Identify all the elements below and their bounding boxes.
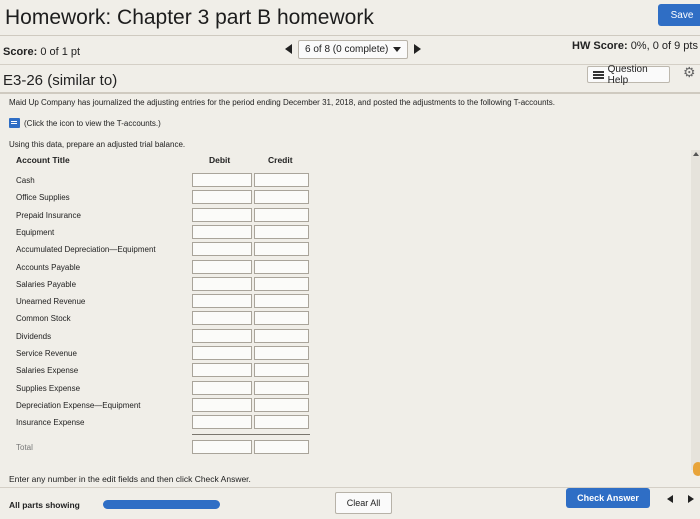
debit-input[interactable] — [192, 346, 252, 360]
credit-input[interactable] — [254, 294, 309, 308]
debit-input[interactable] — [192, 381, 252, 395]
credit-input[interactable] — [254, 311, 309, 325]
credit-input[interactable] — [254, 415, 309, 429]
debit-input[interactable] — [192, 190, 252, 204]
account-row-label: Salaries Expense — [16, 366, 79, 375]
check-answer-button[interactable]: Check Answer — [566, 488, 650, 508]
debit-input[interactable] — [192, 173, 252, 187]
credit-input[interactable] — [254, 398, 309, 412]
account-row-label: Cash — [16, 176, 35, 185]
account-row-label: Common Stock — [16, 314, 71, 323]
clear-all-button[interactable]: Clear All — [335, 492, 392, 514]
total-row-label: Total — [16, 443, 33, 452]
question-select-value: 6 of 8 (0 complete) — [305, 43, 389, 55]
credit-input[interactable] — [254, 346, 309, 360]
debit-input[interactable] — [192, 260, 252, 274]
question-id: E3-26 (similar to) — [3, 72, 118, 89]
question-help-button[interactable]: Question Help — [587, 63, 670, 86]
debit-input[interactable] — [192, 225, 252, 239]
debit-input[interactable] — [192, 398, 252, 412]
divider — [0, 64, 700, 65]
debit-input[interactable] — [192, 329, 252, 343]
divider — [0, 35, 700, 36]
account-title-header: Account Title — [16, 155, 70, 165]
previous-question-icon[interactable] — [285, 44, 292, 54]
debit-header: Debit — [209, 155, 231, 165]
homework-page: Homework: Chapter 3 part B homework Save… — [0, 0, 700, 519]
account-row-label: Accumulated Depreciation—Equipment — [16, 245, 156, 254]
help-badge[interactable] — [693, 462, 700, 476]
total-debit-input[interactable] — [192, 440, 252, 454]
debit-input[interactable] — [192, 363, 252, 377]
account-row-label: Supplies Expense — [16, 384, 81, 393]
previous-part-icon[interactable] — [667, 495, 673, 503]
credit-input[interactable] — [254, 277, 309, 291]
total-credit-input[interactable] — [254, 440, 309, 454]
credit-input[interactable] — [254, 190, 309, 204]
credit-input[interactable] — [254, 260, 309, 274]
save-button[interactable]: Save — [658, 4, 700, 26]
next-part-icon[interactable] — [688, 495, 694, 503]
debit-input[interactable] — [192, 277, 252, 291]
score-value: 0 of 1 pt — [40, 46, 81, 58]
account-row-label: Salaries Payable — [16, 280, 77, 289]
account-row-label: Prepaid Insurance — [16, 211, 81, 220]
question-select[interactable]: 6 of 8 (0 complete) — [298, 39, 409, 59]
debit-input[interactable] — [192, 415, 252, 429]
t-accounts-link-text: (Click the icon to view the T-accounts.) — [24, 118, 161, 128]
question-pager: 6 of 8 (0 complete) — [285, 39, 422, 59]
account-row-label: Insurance Expense — [16, 418, 85, 427]
account-row-label: Equipment — [16, 228, 55, 237]
account-row-label: Service Revenue — [16, 349, 77, 358]
credit-header: Credit — [268, 155, 293, 165]
hw-score: HW Score: 0%, 0 of 9 pts — [572, 40, 698, 52]
debit-input[interactable] — [192, 294, 252, 308]
credit-input[interactable] — [254, 225, 309, 239]
score-label: Score: — [3, 46, 38, 58]
credit-input[interactable] — [254, 381, 309, 395]
scrollbar[interactable] — [691, 150, 700, 470]
t-accounts-icon[interactable] — [9, 118, 20, 128]
question-help-label: Question Help — [607, 63, 648, 86]
debit-input[interactable] — [192, 242, 252, 256]
account-row-label: Office Supplies — [16, 193, 70, 202]
scroll-up-icon[interactable] — [693, 152, 699, 156]
enter-note: Enter any number in the edit fields and … — [9, 474, 251, 484]
credit-input[interactable] — [254, 242, 309, 256]
debit-input[interactable] — [192, 208, 252, 222]
credit-input[interactable] — [254, 208, 309, 222]
credit-input[interactable] — [254, 173, 309, 187]
instruction-text: Using this data, prepare an adjusted tri… — [9, 140, 186, 149]
t-accounts-link[interactable]: (Click the icon to view the T-accounts.) — [9, 118, 161, 128]
next-question-icon[interactable] — [414, 44, 422, 54]
account-row-label: Dividends — [16, 332, 52, 341]
list-icon — [593, 70, 604, 79]
parts-progress-bar — [103, 500, 220, 509]
account-row-label: Depreciation Expense—Equipment — [16, 401, 141, 410]
question-prompt: Maid Up Company has journalized the adju… — [9, 98, 555, 107]
page-title: Homework: Chapter 3 part B homework — [5, 6, 374, 29]
caret-down-icon — [393, 46, 402, 52]
gear-icon[interactable]: ⚙ — [683, 64, 696, 81]
parts-showing-label: All parts showing — [9, 500, 80, 510]
total-divider — [192, 434, 310, 435]
hw-score-label: HW Score: — [572, 40, 628, 52]
score-line: Score: 0 of 1 pt — [3, 46, 80, 58]
debit-input[interactable] — [192, 311, 252, 325]
hw-score-value: 0%, 0 of 9 pts — [630, 40, 698, 52]
credit-input[interactable] — [254, 329, 309, 343]
credit-input[interactable] — [254, 363, 309, 377]
account-row-label: Unearned Revenue — [16, 297, 86, 306]
divider — [0, 92, 700, 94]
account-row-label: Accounts Payable — [16, 263, 81, 272]
